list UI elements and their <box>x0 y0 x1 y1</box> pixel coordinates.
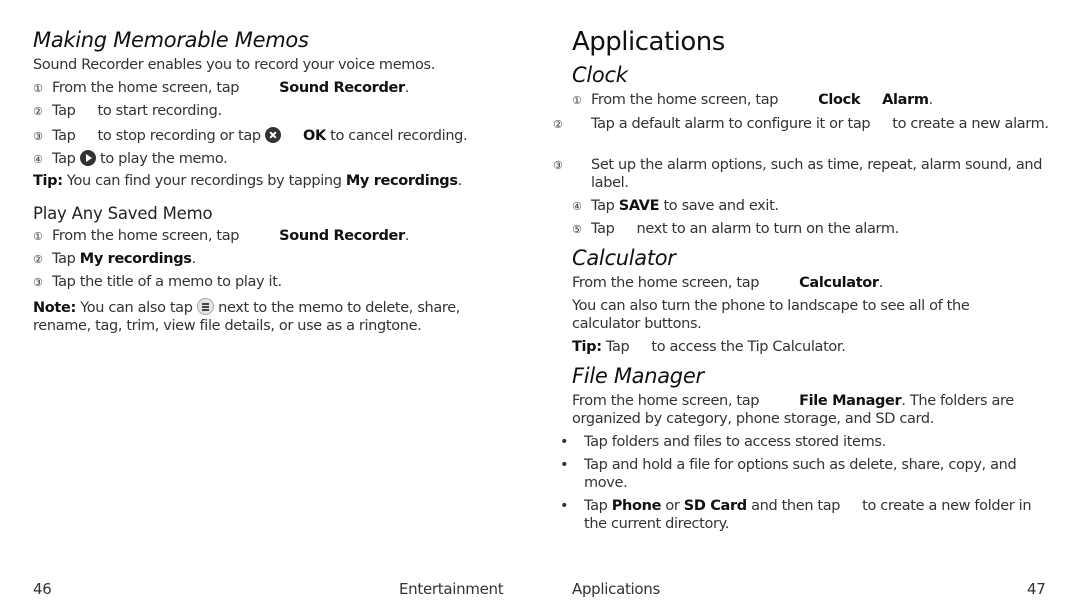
memos-intro: Sound Recorder enables you to record you… <box>33 57 436 73</box>
play-icon <box>79 150 96 166</box>
memo-step-4: ④ Tap to play the memo. <box>33 150 228 167</box>
footer-section-left: Entertainment <box>399 580 504 598</box>
note-label: Note: <box>33 300 76 316</box>
file-manager-bullet-1: • Tap folders and files to access stored … <box>560 434 886 450</box>
right-page: Applications Clock ① From the home screen… <box>553 0 1049 612</box>
clock-step-2: ② Tap a default alarm to configure it or … <box>553 116 1049 132</box>
memo-step-1: ① From the home screen, tap Sound Recorder… <box>33 80 410 96</box>
page-number-left: 46 <box>33 580 52 598</box>
left-page: Making Memorable Memos Sound Recorder en… <box>33 0 513 612</box>
page-number-right: 47 <box>1027 580 1046 598</box>
file-manager-bullet-3: • Tap Phone or SD Card and then tap to cre… <box>560 498 1032 532</box>
tip-label: Tip: <box>33 173 63 189</box>
sound-recorder-label: Sound Recorder <box>279 80 405 96</box>
subsection-title-play-memo: Play Any Saved Memo <box>33 204 213 223</box>
section-title-clock: Clock <box>572 63 628 87</box>
calculator-tip: Tip: Tap to access the Tip Calculator. <box>572 339 846 355</box>
step-number: ① <box>33 82 43 95</box>
section-title-file-manager: File Manager <box>572 364 704 388</box>
file-manager-bullet-2: • Tap and hold a file for options such as… <box>560 457 1017 491</box>
memo-step-2: ② Tap to start recording. <box>33 103 222 119</box>
clock-step-1: ① From the home screen, tap Clock Alarm. <box>572 92 933 108</box>
section-title-memos: Making Memorable Memos <box>33 28 309 52</box>
play-step-2: ② Tap My recordings. <box>33 251 196 267</box>
calculator-line-1: From the home screen, tap Calculator. <box>572 275 883 291</box>
step-number: ② <box>33 105 43 118</box>
clock-step-4: ④ Tap SAVE to save and exit. <box>572 198 779 214</box>
cancel-x-icon <box>265 127 282 143</box>
calculator-line-2: You can also turn the phone to landscape… <box>572 298 970 332</box>
play-step-1: ① From the home screen, tap Sound Recorder… <box>33 228 410 244</box>
clock-step-3: ③ Set up the alarm options, such as time,… <box>553 157 1043 191</box>
clock-step-5: ⑤ Tap next to an alarm to turn on the alar… <box>572 221 899 237</box>
ok-label: OK <box>303 128 326 144</box>
file-manager-intro: From the home screen, tap File Manager. T… <box>572 393 1014 427</box>
memos-tip: Tip: You can find your recordings by tap… <box>33 173 462 189</box>
play-note: Note: You can also tap next to the memo … <box>33 298 461 334</box>
page-title-applications: Applications <box>572 27 725 57</box>
section-title-calculator: Calculator <box>572 246 676 270</box>
step-number: ④ <box>33 153 43 166</box>
menu-icon <box>196 298 214 315</box>
play-step-3: ③ Tap the title of a memo to play it. <box>33 274 282 290</box>
memo-step-3: ③ Tap to stop recording or tap OK to cance… <box>33 127 468 144</box>
footer-section-right: Applications <box>572 580 661 598</box>
step-number: ③ <box>33 130 43 143</box>
